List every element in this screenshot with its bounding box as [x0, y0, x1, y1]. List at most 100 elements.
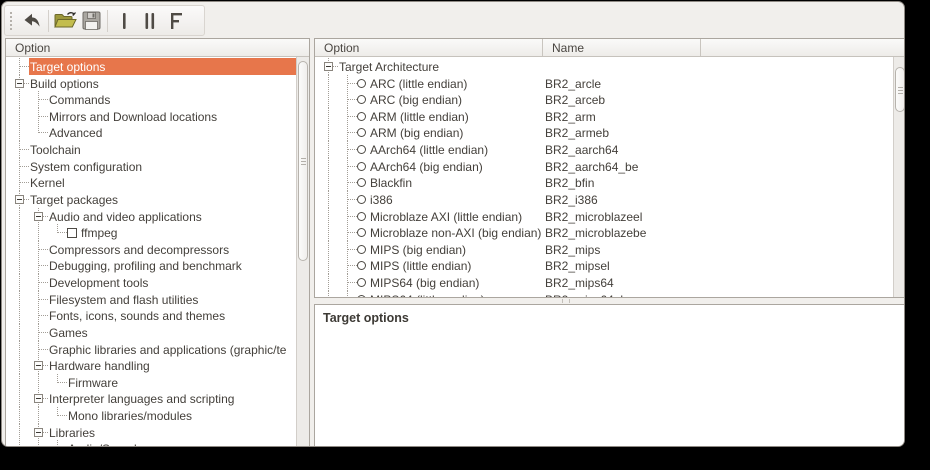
- radio-unselected-icon[interactable]: [357, 112, 366, 121]
- tree-item-ffmpeg[interactable]: ffmpeg: [6, 224, 296, 241]
- tree-item-filesystem-and-flash-utilities[interactable]: Filesystem and flash utilities: [6, 291, 296, 308]
- collapse-minus-icon[interactable]: [34, 428, 43, 437]
- radio-unselected-icon[interactable]: [357, 95, 366, 104]
- collapse-minus-icon[interactable]: [15, 195, 24, 204]
- radio-unselected-icon[interactable]: [357, 295, 366, 297]
- help-panel: Target options: [314, 304, 905, 447]
- tree-item-debugging-profiling-and-benchmark[interactable]: Debugging, profiling and benchmark: [6, 257, 296, 274]
- collapse-minus-icon[interactable]: [34, 212, 43, 221]
- tree-item-fonts-icons-sounds-and-themes[interactable]: Fonts, icons, sounds and themes: [6, 307, 296, 324]
- tree-item-blackfin[interactable]: BlackfinBR2_bfin: [315, 174, 893, 191]
- split-view-button[interactable]: [137, 8, 163, 34]
- tree-guide: [338, 141, 357, 158]
- toolbar-drag-handle[interactable]: [10, 12, 15, 30]
- tree-item-games[interactable]: Games: [6, 324, 296, 341]
- menu-tree: Target optionsBuild optionsCommandsMirro…: [6, 57, 296, 447]
- radio-unselected-icon[interactable]: [357, 228, 366, 237]
- tree-item-label: Audio and video applications: [48, 209, 204, 224]
- tree-guide: [10, 108, 29, 125]
- tree-item-mips64-little-endian[interactable]: MIPS64 (little endian)BR2_mips64el: [315, 291, 893, 297]
- right-scrollbar[interactable]: [893, 57, 905, 297]
- tree-guide: [319, 174, 338, 191]
- toolbar: [4, 5, 205, 36]
- option-column-header: Option: [6, 39, 309, 56]
- tree-item-hardware-handling[interactable]: Hardware handling: [6, 357, 296, 374]
- tree-item-kernel[interactable]: Kernel: [6, 174, 296, 191]
- tree-item-audio-sound[interactable]: Audio/Sound: [6, 440, 296, 447]
- tree-item-development-tools[interactable]: Development tools: [6, 274, 296, 291]
- collapse-minus-icon[interactable]: [15, 79, 24, 88]
- tree-item-graphic-libraries-and-applications-graphic-te[interactable]: Graphic libraries and applications (grap…: [6, 341, 296, 358]
- collapse-minus-icon[interactable]: [34, 361, 43, 370]
- left-scrollbar[interactable]: [296, 57, 309, 447]
- tree-item-mirrors-and-download-locations[interactable]: Mirrors and Download locations: [6, 108, 296, 125]
- single-view-button[interactable]: [111, 8, 137, 34]
- tree-item-main: Target options: [29, 58, 296, 75]
- tree-item-label: Target packages: [29, 192, 120, 207]
- tree-guide: [10, 141, 29, 158]
- radio-unselected-icon[interactable]: [357, 145, 366, 154]
- right-panel-header: Option Name: [315, 39, 905, 57]
- radio-unselected-icon[interactable]: [357, 195, 366, 204]
- tree-item-toolchain[interactable]: Toolchain: [6, 141, 296, 158]
- tree-item-microblaze-non-axi-big-endian[interactable]: Microblaze non-AXI (big endian)BR2_micro…: [315, 224, 893, 241]
- tree-item-system-configuration[interactable]: System configuration: [6, 158, 296, 175]
- horizontal-splitter[interactable]: [562, 299, 570, 303]
- tree-item-mips-big-endian[interactable]: MIPS (big endian)BR2_mips: [315, 241, 893, 258]
- tree-item-microblaze-axi-little-endian[interactable]: Microblaze AXI (little endian)BR2_microb…: [315, 208, 893, 225]
- tree-item-main: ARC (big endian): [357, 91, 893, 108]
- tree-guide: [10, 341, 29, 358]
- tree-guide: [319, 208, 338, 225]
- save-button[interactable]: [78, 8, 104, 34]
- right-scrollbar-thumb[interactable]: [895, 67, 905, 112]
- tree-item-mips64-big-endian[interactable]: MIPS64 (big endian)BR2_mips64: [315, 274, 893, 291]
- radio-unselected-icon[interactable]: [357, 128, 366, 137]
- tree-item-compressors-and-decompressors[interactable]: Compressors and decompressors: [6, 241, 296, 258]
- tree-item-firmware[interactable]: Firmware: [6, 374, 296, 391]
- radio-unselected-icon[interactable]: [357, 261, 366, 270]
- radio-unselected-icon[interactable]: [357, 245, 366, 254]
- tree-item-build-options[interactable]: Build options: [6, 75, 296, 92]
- tree-item-target-packages[interactable]: Target packages: [6, 191, 296, 208]
- tree-item-target-architecture[interactable]: Target Architecture: [315, 58, 893, 75]
- tree-item-arc-little-endian[interactable]: ARC (little endian)BR2_arcle: [315, 75, 893, 92]
- radio-unselected-icon[interactable]: [357, 278, 366, 287]
- tree-guide: [29, 108, 48, 125]
- tree-item-arc-big-endian[interactable]: ARC (big endian)BR2_arceb: [315, 91, 893, 108]
- tree-item-interpreter-languages-and-scripting[interactable]: Interpreter languages and scripting: [6, 390, 296, 407]
- radio-unselected-icon[interactable]: [357, 162, 366, 171]
- undo-button[interactable]: [19, 8, 45, 34]
- tree-item-main: Commands: [48, 91, 296, 108]
- tree-item-arm-big-endian[interactable]: ARM (big endian)BR2_armeb: [315, 124, 893, 141]
- tree-item-commands[interactable]: Commands: [6, 91, 296, 108]
- collapse-minus-icon[interactable]: [324, 62, 333, 71]
- left-scrollbar-thumb[interactable]: [298, 61, 308, 261]
- tree-item-main: Target packages: [29, 191, 296, 208]
- config-symbol-name: BR2_i386: [545, 193, 598, 207]
- radio-unselected-icon[interactable]: [357, 79, 366, 88]
- tree-item-label: Fonts, icons, sounds and themes: [48, 308, 227, 323]
- open-button[interactable]: [52, 8, 78, 34]
- tree-guide: [10, 124, 29, 141]
- full-view-button[interactable]: [163, 8, 189, 34]
- tree-item-i386[interactable]: i386BR2_i386: [315, 191, 893, 208]
- tree-item-audio-and-video-applications[interactable]: Audio and video applications: [6, 208, 296, 225]
- tree-guide: [29, 374, 48, 391]
- tree-guide: [338, 108, 357, 125]
- tree-item-main: Target Architecture: [338, 58, 893, 75]
- tree-item-arm-little-endian[interactable]: ARM (little endian)BR2_arm: [315, 108, 893, 125]
- tree-item-mono-libraries-modules[interactable]: Mono libraries/modules: [6, 407, 296, 424]
- tree-item-label: Graphic libraries and applications (grap…: [48, 342, 288, 357]
- tree-item-target-options[interactable]: Target options: [6, 58, 296, 75]
- tree-item-main: MIPS (big endian): [357, 241, 893, 258]
- tree-item-advanced[interactable]: Advanced: [6, 124, 296, 141]
- tree-item-libraries[interactable]: Libraries: [6, 424, 296, 441]
- tree-guide: [29, 390, 48, 407]
- radio-unselected-icon[interactable]: [357, 212, 366, 221]
- tree-item-aarch64-little-endian[interactable]: AArch64 (little endian)BR2_aarch64: [315, 141, 893, 158]
- tree-item-aarch64-big-endian[interactable]: AArch64 (big endian)BR2_aarch64_be: [315, 158, 893, 175]
- tree-item-mips-little-endian[interactable]: MIPS (little endian)BR2_mipsel: [315, 257, 893, 274]
- checkbox-unchecked-icon[interactable]: [67, 228, 77, 238]
- collapse-minus-icon[interactable]: [34, 394, 43, 403]
- radio-unselected-icon[interactable]: [357, 178, 366, 187]
